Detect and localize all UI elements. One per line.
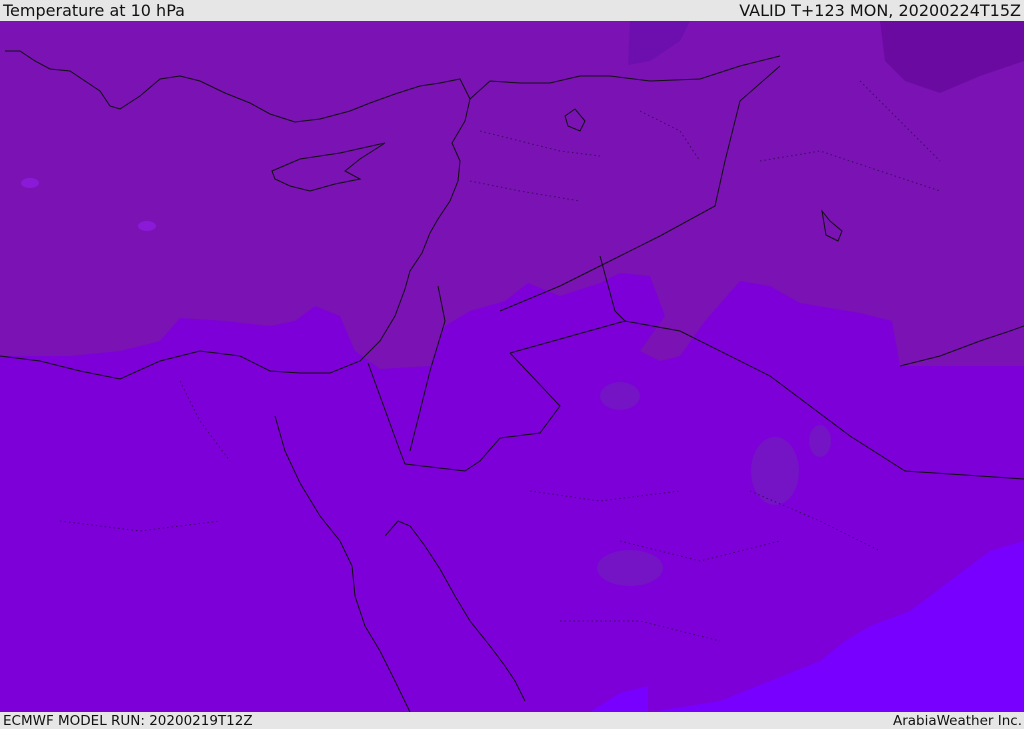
brand-label: ArabiaWeather Inc. <box>892 712 1022 729</box>
model-run: ECMWF MODEL RUN: 20200219T12Z <box>3 712 253 729</box>
temperature-blob-3 <box>809 425 831 457</box>
map-title: Temperature at 10 hPa <box>3 1 185 20</box>
temperature-blob-1 <box>600 382 640 410</box>
temperature-map <box>0 21 1024 712</box>
temperature-blob-4 <box>597 550 663 586</box>
footer-bar: ECMWF MODEL RUN: 20200219T12Z ArabiaWeat… <box>0 712 1024 729</box>
temperature-blob-6 <box>138 221 156 231</box>
valid-time: VALID T+123 MON, 20200224T15Z <box>739 1 1021 20</box>
header-bar: Temperature at 10 hPa VALID T+123 MON, 2… <box>0 0 1024 21</box>
map-area[interactable] <box>0 21 1024 712</box>
temperature-blob-5 <box>21 178 39 188</box>
